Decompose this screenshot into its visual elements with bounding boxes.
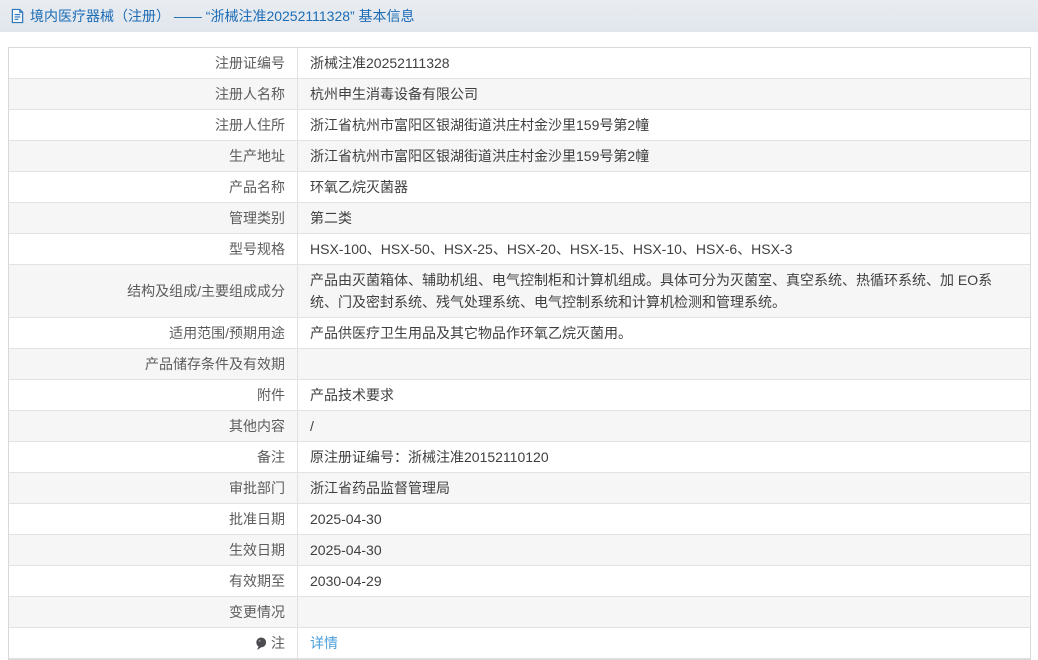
row-value — [298, 597, 1030, 627]
row-label: 变更情况 — [9, 597, 298, 627]
row-label: 注 — [9, 628, 298, 658]
row-structure-composition: 结构及组成/主要组成成分 产品由灭菌箱体、辅助机组、电气控制柜和计算机组成。具体… — [9, 265, 1030, 318]
row-label: 注册人住所 — [9, 110, 298, 140]
row-expiry-date: 有效期至 2030-04-29 — [9, 566, 1030, 597]
row-label: 其他内容 — [9, 411, 298, 441]
row-label: 生产地址 — [9, 141, 298, 171]
row-value: / — [298, 411, 1030, 441]
row-label: 产品储存条件及有效期 — [9, 349, 298, 379]
row-value: 浙江省杭州市富阳区银湖街道洪庄村金沙里159号第2幢 — [298, 141, 1030, 171]
row-value: 环氧乙烷灭菌器 — [298, 172, 1030, 202]
row-label: 结构及组成/主要组成成分 — [9, 265, 298, 317]
row-value: 浙江省杭州市富阳区银湖街道洪庄村金沙里159号第2幢 — [298, 110, 1030, 140]
row-value: 产品技术要求 — [298, 380, 1030, 410]
row-value: 产品供医疗卫生用品及其它物品作环氧乙烷灭菌用。 — [298, 318, 1030, 348]
row-storage-validity: 产品储存条件及有效期 — [9, 349, 1030, 380]
row-model-spec: 型号规格 HSX-100、HSX-50、HSX-25、HSX-20、HSX-15… — [9, 234, 1030, 265]
row-scope-of-use: 适用范围/预期用途 产品供医疗卫生用品及其它物品作环氧乙烷灭菌用。 — [9, 318, 1030, 349]
row-production-address: 生产地址 浙江省杭州市富阳区银湖街道洪庄村金沙里159号第2幢 — [9, 141, 1030, 172]
registration-info-table: 注册证编号 浙械注准20252111328 注册人名称 杭州申生消毒设备有限公司… — [8, 47, 1031, 660]
row-value: 第二类 — [298, 203, 1030, 233]
row-label: 注册证编号 — [9, 48, 298, 78]
row-label: 备注 — [9, 442, 298, 472]
row-label: 附件 — [9, 380, 298, 410]
page-header-bar: 境内医疗器械（注册） —— “浙械注准20252111328” 基本信息 — [0, 0, 1038, 32]
row-value: 原注册证编号：浙械注准20152110120 — [298, 442, 1030, 472]
row-other-content: 其他内容 / — [9, 411, 1030, 442]
row-value: 2030-04-29 — [298, 566, 1030, 596]
row-label: 注册人名称 — [9, 79, 298, 109]
row-value: 2025-04-30 — [298, 504, 1030, 534]
row-value: HSX-100、HSX-50、HSX-25、HSX-20、HSX-15、HSX-… — [298, 234, 1030, 264]
row-registrant-name: 注册人名称 杭州申生消毒设备有限公司 — [9, 79, 1030, 110]
row-value: 杭州申生消毒设备有限公司 — [298, 79, 1030, 109]
row-remarks: 备注 原注册证编号：浙械注准20152110120 — [9, 442, 1030, 473]
row-label: 产品名称 — [9, 172, 298, 202]
row-registrant-address: 注册人住所 浙江省杭州市富阳区银湖街道洪庄村金沙里159号第2幢 — [9, 110, 1030, 141]
row-value: 详情 — [298, 628, 1030, 658]
row-approval-dept: 审批部门 浙江省药品监督管理局 — [9, 473, 1030, 504]
row-note: 注 详情 — [9, 628, 1030, 659]
row-value: 产品由灭菌箱体、辅助机组、电气控制柜和计算机组成。具体可分为灭菌室、真空系统、热… — [298, 265, 1030, 317]
row-label: 有效期至 — [9, 566, 298, 596]
details-link[interactable]: 详情 — [310, 632, 338, 654]
row-change-status: 变更情况 — [9, 597, 1030, 628]
document-icon — [10, 8, 25, 24]
row-label: 生效日期 — [9, 535, 298, 565]
row-value — [298, 349, 1030, 379]
row-label: 型号规格 — [9, 234, 298, 264]
row-label: 适用范围/预期用途 — [9, 318, 298, 348]
note-label-text: 注 — [271, 632, 285, 654]
row-label: 审批部门 — [9, 473, 298, 503]
row-value: 浙江省药品监督管理局 — [298, 473, 1030, 503]
row-effective-date: 生效日期 2025-04-30 — [9, 535, 1030, 566]
row-product-name: 产品名称 环氧乙烷灭菌器 — [9, 172, 1030, 203]
row-label: 批准日期 — [9, 504, 298, 534]
row-approval-date: 批准日期 2025-04-30 — [9, 504, 1030, 535]
row-value: 浙械注准20252111328 — [298, 48, 1030, 78]
page-title: 境内医疗器械（注册） —— “浙械注准20252111328” 基本信息 — [30, 6, 415, 26]
row-cert-number: 注册证编号 浙械注准20252111328 — [9, 48, 1030, 79]
row-value: 2025-04-30 — [298, 535, 1030, 565]
row-attachment: 附件 产品技术要求 — [9, 380, 1030, 411]
row-label: 管理类别 — [9, 203, 298, 233]
row-management-class: 管理类别 第二类 — [9, 203, 1030, 234]
